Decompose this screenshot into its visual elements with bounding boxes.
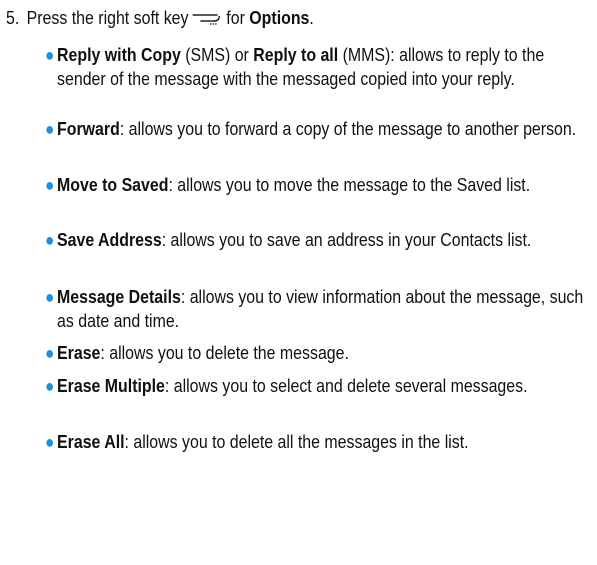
option-term-2: Reply to all [253, 44, 339, 65]
option-term: Erase [57, 342, 101, 363]
option-term: Erase Multiple [57, 375, 165, 396]
option-term: Reply with Copy [57, 44, 181, 65]
list-item: ● Move to Saved: allows you to move the … [45, 173, 594, 197]
option-term: Move to Saved [57, 174, 169, 195]
list-item: ● Erase All: allows you to delete all th… [45, 430, 594, 454]
bullet-icon: ● [45, 287, 55, 307]
option-term: Forward [57, 118, 120, 139]
list-item: ● Forward: allows you to forward a copy … [45, 117, 594, 141]
option-text: : allows you to select and delete severa… [164, 375, 528, 396]
bullet-icon: ● [45, 230, 55, 250]
option-text: : allows you to move the message to the … [168, 174, 531, 195]
option-text: : allows you to forward a copy of the me… [119, 118, 577, 139]
option-text: : allows you to delete all the messages … [124, 431, 469, 452]
list-item: ● Save Address: allows you to save an ad… [45, 228, 594, 252]
right-soft-key-icon [192, 9, 223, 33]
step-term: Options [249, 7, 310, 28]
bullet-icon: ● [45, 432, 55, 452]
option-term: Save Address [57, 229, 162, 250]
list-item: ● Erase: allows you to delete the messag… [45, 341, 594, 365]
bullet-icon: ● [45, 119, 55, 139]
step-end: . [309, 7, 314, 28]
bullet-icon: ● [45, 343, 55, 363]
list-item: ● Erase Multiple: allows you to select a… [45, 374, 594, 398]
list-item: ● Reply with Copy (SMS) or Reply to all … [45, 43, 594, 91]
step-number: 5. [6, 7, 20, 28]
bullet-icon: ● [45, 175, 55, 195]
bullet-icon: ● [45, 376, 55, 396]
option-term: Message Details [57, 286, 181, 307]
step-5: 5. Press the right soft key for Options. [6, 6, 314, 33]
option-text: : allows you to delete the message. [100, 342, 349, 363]
option-mid: (SMS) or [180, 44, 254, 65]
manual-page: 5. Press the right soft key for Options. ●… [0, 0, 597, 565]
list-item: ● Message Details: allows you to view in… [45, 285, 594, 333]
bullet-icon: ● [45, 45, 55, 65]
step-text-before: Press the right soft key [26, 7, 189, 28]
step-text-after: for [226, 7, 245, 28]
option-term: Erase All [57, 431, 125, 452]
option-text: : allows you to save an address in your … [161, 229, 532, 250]
